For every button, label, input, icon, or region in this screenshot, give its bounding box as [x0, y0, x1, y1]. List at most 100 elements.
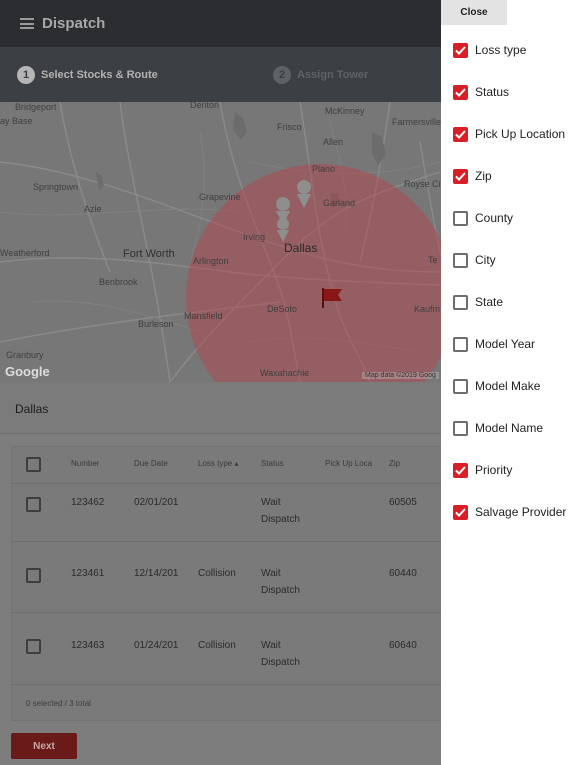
- column-option[interactable]: Model Make: [453, 377, 540, 395]
- column-option[interactable]: Salvage Provider: [453, 503, 566, 521]
- checkbox-icon[interactable]: [453, 168, 468, 184]
- column-option[interactable]: Model Name: [453, 419, 543, 437]
- status-line: Dispatch: [261, 585, 300, 596]
- cell-status: Wait Dispatch: [261, 494, 300, 528]
- cell-status: Wait Dispatch: [261, 565, 300, 599]
- checkbox-icon[interactable]: [453, 210, 468, 226]
- step-label: Select Stocks & Route: [41, 69, 158, 81]
- step-number: 2: [273, 66, 291, 84]
- column-option-label: City: [475, 253, 496, 267]
- map-label: Weatherford: [0, 248, 50, 258]
- select-all-checkbox[interactable]: [26, 457, 41, 472]
- map-label: Frisco: [277, 122, 302, 132]
- checkbox-icon[interactable]: [453, 462, 468, 478]
- step-assign-tower[interactable]: 2 Assign Tower: [273, 66, 368, 84]
- cell-number: 123462: [71, 497, 105, 508]
- column-option-label: County: [475, 211, 514, 225]
- row-checkbox[interactable]: [26, 568, 41, 583]
- map-label: Mansfield: [184, 311, 223, 321]
- map-label: Dallas: [284, 241, 318, 255]
- column-option[interactable]: Pick Up Location: [453, 125, 565, 143]
- column-header-loss-type[interactable]: Loss type ▴: [198, 459, 239, 468]
- map-label: Waxahachie: [260, 368, 310, 378]
- cell-number: 123463: [71, 640, 105, 651]
- cell-loss-type: Collision: [198, 568, 236, 579]
- map-label: DeSoto: [267, 304, 298, 314]
- selection-summary: 0 selected / 3 total: [26, 699, 91, 708]
- sort-asc-icon: ▴: [234, 459, 239, 468]
- map-copyright: Map data ©2019 Goog: [362, 372, 439, 379]
- map-label: Benbrook: [99, 277, 138, 287]
- column-option-label: Model Make: [475, 379, 541, 393]
- column-option-label: Zip: [475, 169, 492, 183]
- checkbox-icon[interactable]: [453, 126, 468, 142]
- map-label: Azle: [84, 204, 102, 214]
- status-line: Wait: [261, 568, 281, 579]
- column-option-label: Priority: [475, 463, 513, 477]
- menu-icon[interactable]: [20, 18, 34, 29]
- google-logo: Google: [5, 364, 50, 379]
- map-label: Kaufm: [414, 304, 441, 314]
- column-option[interactable]: Status: [453, 83, 509, 101]
- step-number: 1: [17, 66, 35, 84]
- map-label: Royse Cit: [404, 179, 444, 189]
- column-option[interactable]: Priority: [453, 461, 512, 479]
- map-label: Fort Worth: [123, 248, 175, 260]
- cell-due-date: 01/24/201: [134, 640, 179, 651]
- cell-due-date: 02/01/201: [134, 497, 179, 508]
- cell-number: 123461: [71, 568, 105, 579]
- close-button[interactable]: Close: [441, 0, 507, 25]
- cell-loss-type: Collision: [198, 640, 236, 651]
- status-line: Wait: [261, 497, 281, 508]
- map-label: Denton: [190, 102, 220, 110]
- map-label: Granbury: [6, 350, 44, 360]
- column-header-due-date[interactable]: Due Date: [134, 459, 168, 468]
- map-label: Burleson: [138, 319, 174, 329]
- step-select-stocks[interactable]: 1 Select Stocks & Route: [17, 66, 158, 84]
- cell-status: Wait Dispatch: [261, 637, 300, 671]
- step-label: Assign Tower: [297, 69, 369, 81]
- column-option-label: Salvage Provider: [475, 505, 567, 519]
- checkbox-icon[interactable]: [453, 378, 468, 394]
- checkbox-icon[interactable]: [453, 336, 468, 352]
- checkbox-icon[interactable]: [453, 84, 468, 100]
- cell-due-date: 12/14/201: [134, 568, 179, 579]
- row-checkbox[interactable]: [26, 497, 41, 512]
- column-header-status[interactable]: Status: [261, 459, 284, 468]
- column-option[interactable]: Model Year: [453, 335, 535, 353]
- map-label: Farmersville: [392, 117, 442, 127]
- checkbox-icon[interactable]: [453, 504, 468, 520]
- checkbox-icon[interactable]: [453, 42, 468, 58]
- column-header-zip[interactable]: Zip: [389, 459, 400, 468]
- cell-zip: 60640: [389, 640, 417, 651]
- map-label: Te: [428, 255, 438, 265]
- row-checkbox[interactable]: [26, 639, 41, 654]
- cell-zip: 60505: [389, 497, 417, 508]
- column-option-label: Loss type: [475, 43, 527, 57]
- map-label: Irving: [243, 232, 266, 242]
- map-label: Allen: [323, 137, 344, 147]
- column-header-pickup-location[interactable]: Pick Up Loca: [325, 459, 372, 468]
- checkbox-icon[interactable]: [453, 420, 468, 436]
- column-option[interactable]: City: [453, 251, 496, 269]
- column-option-label: Model Name: [475, 421, 544, 435]
- checkbox-icon[interactable]: [453, 294, 468, 310]
- cell-zip: 60440: [389, 568, 417, 579]
- map-label: Springtown: [33, 182, 79, 192]
- next-button[interactable]: Next: [11, 733, 77, 759]
- map-label: Grapevine: [199, 192, 241, 202]
- checkbox-icon[interactable]: [453, 252, 468, 268]
- location-value[interactable]: Dallas: [15, 402, 48, 416]
- column-option[interactable]: Loss type: [453, 41, 526, 59]
- map-label: Bridgeport: [15, 102, 57, 112]
- column-option[interactable]: Zip: [453, 167, 492, 185]
- column-header-number[interactable]: Number: [71, 459, 99, 468]
- status-line: Wait: [261, 640, 281, 651]
- map-label: Plano: [312, 164, 336, 174]
- column-option-label: Pick Up Location: [475, 127, 566, 141]
- column-option-label: State: [475, 295, 504, 309]
- column-option[interactable]: State: [453, 293, 503, 311]
- status-line: Dispatch: [261, 514, 300, 525]
- column-option[interactable]: County: [453, 209, 513, 227]
- column-chooser-panel: Close Loss type Status Pick Up Location …: [441, 0, 575, 765]
